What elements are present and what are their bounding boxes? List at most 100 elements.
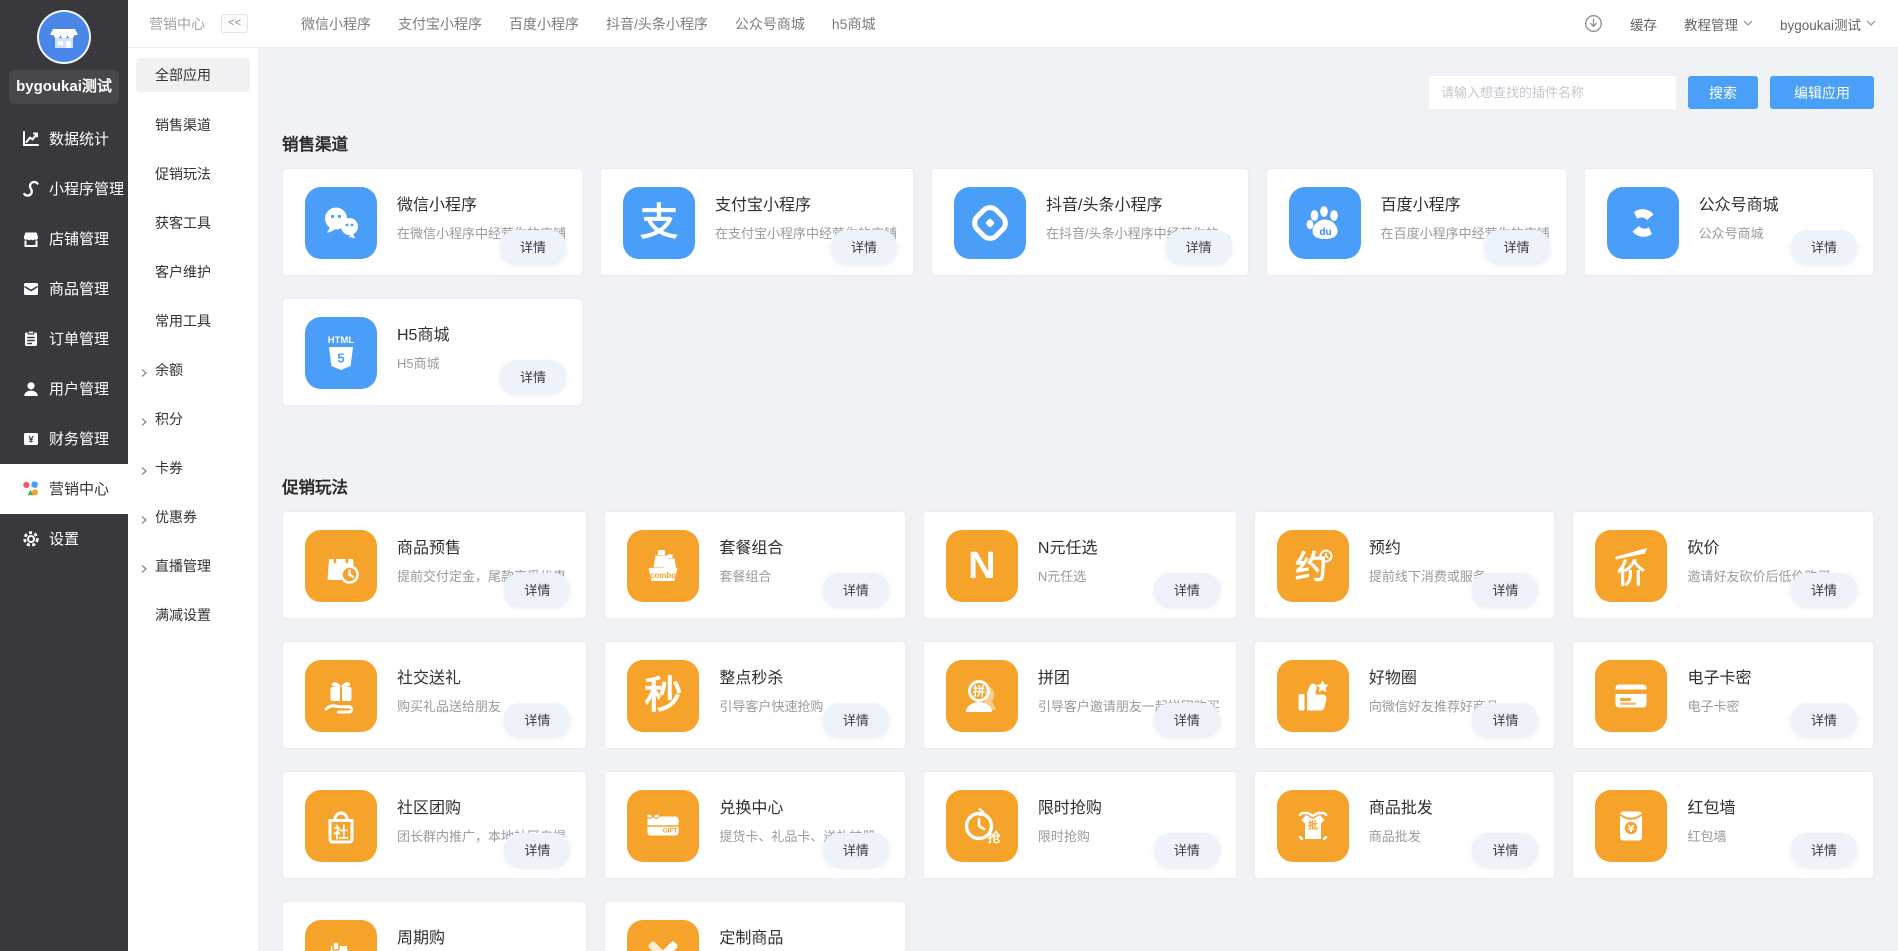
app-card[interactable]: combo 套餐组合 套餐组合 详情	[604, 511, 906, 619]
app-card[interactable]: 社 社区团购 团长群内推广，本地社区自提 详情	[282, 771, 587, 879]
sidebar-item-chart[interactable]: 数据统计	[0, 114, 128, 164]
edit-apps-button[interactable]: 编辑应用	[1770, 76, 1874, 109]
app-card[interactable]: 约 预约 提前线下消费或服务 详情	[1254, 511, 1556, 619]
detail-button[interactable]: 详情	[504, 833, 570, 866]
detail-button[interactable]: 详情	[1484, 230, 1550, 263]
html5-icon: HTML5	[305, 317, 377, 389]
sidebar-item-finance[interactable]: ¥ 财务管理	[0, 414, 128, 464]
detail-button[interactable]: 详情	[1472, 573, 1538, 606]
submenu-item[interactable]: 常用工具	[128, 296, 258, 345]
app-card[interactable]: 周期购 周期购是一款可以切入“买家… 详情	[282, 901, 587, 951]
app-card[interactable]: 商品预售 提前交付定金，尾款享受优惠 详情	[282, 511, 587, 619]
chevron-right-icon	[139, 512, 149, 522]
detail-button[interactable]: 详情	[1154, 703, 1220, 736]
submenu-item[interactable]: 卡券	[128, 443, 258, 492]
presale-icon	[305, 530, 377, 602]
channel-tab[interactable]: 支付宝小程序	[398, 14, 482, 34]
combo-icon: combo	[627, 530, 699, 602]
sidebar-item-goods[interactable]: 商品管理	[0, 264, 128, 314]
detail-button[interactable]: 详情	[1472, 833, 1538, 866]
collapse-sidebar-button[interactable]: <<	[221, 14, 248, 33]
channel-tab[interactable]: 公众号商城	[735, 14, 805, 34]
detail-button[interactable]: 详情	[823, 573, 889, 606]
app-card[interactable]: 支 支付宝小程序 在支付宝小程序中经营你的店铺 详情	[600, 168, 914, 276]
detail-button[interactable]: 详情	[504, 573, 570, 606]
sidebar-item-order[interactable]: 订单管理	[0, 314, 128, 364]
app-card[interactable]: 抖音/头条小程序 在抖音/头条小程序中经营你的… 详情	[931, 168, 1249, 276]
detail-button[interactable]: 详情	[504, 703, 570, 736]
sidebar-item-shop[interactable]: 店铺管理	[0, 214, 128, 264]
sidebar-item-user[interactable]: 用户管理	[0, 364, 128, 414]
tutorial-menu[interactable]: 教程管理	[1684, 14, 1753, 34]
submenu-item[interactable]: 客户维护	[128, 247, 258, 296]
submenu-item[interactable]: 满减设置	[128, 590, 258, 639]
n-select-icon-glyph: N	[968, 547, 995, 585]
cache-button[interactable]: 缓存	[1630, 14, 1657, 34]
section-title: 销售渠道	[282, 131, 1874, 155]
ecard-icon	[1595, 660, 1667, 732]
svg-text:拼: 拼	[973, 684, 985, 699]
app-card[interactable]: HTML5 H5商城 H5商城 详情	[282, 298, 583, 406]
channel-tab[interactable]: h5商城	[832, 14, 876, 34]
submenu-item[interactable]: 优惠券	[128, 492, 258, 541]
submenu-item[interactable]: 销售渠道	[128, 100, 258, 149]
detail-button[interactable]: 详情	[1791, 573, 1857, 606]
submenu-item[interactable]: 余额	[128, 345, 258, 394]
detail-button[interactable]: 详情	[1791, 833, 1857, 866]
app-card[interactable]: 定制商品 定制商品 详情	[604, 901, 906, 951]
app-card[interactable]: N N元任选 N元任选 详情	[923, 511, 1237, 619]
app-card[interactable]: 价 砍价 邀请好友砍价后低价购买 详情	[1572, 511, 1874, 619]
shop-name: bygoukai测试	[9, 70, 119, 104]
sidebar-item-marketing[interactable]: 营销中心	[0, 464, 128, 514]
card-title: 砍价	[1687, 534, 1830, 558]
submenu-item[interactable]: 积分	[128, 394, 258, 443]
sidebar-item-settings[interactable]: 设置	[0, 514, 128, 564]
submenu-item-label: 优惠券	[155, 507, 197, 527]
app-card[interactable]: 微信小程序 在微信小程序中经营你的店铺 详情	[282, 168, 583, 276]
app-card[interactable]: GIFT 兑换中心 提货卡、礼品卡、送礼神器 详情	[604, 771, 906, 879]
detail-button[interactable]: 详情	[500, 360, 566, 393]
detail-button[interactable]: 详情	[823, 833, 889, 866]
app-card[interactable]: 公众号商城 公众号商城 详情	[1584, 168, 1874, 276]
search-input[interactable]	[1429, 76, 1676, 109]
seckill-icon: 秒	[627, 660, 699, 732]
channel-tab[interactable]: 百度小程序	[509, 14, 579, 34]
submenu-item[interactable]: 获客工具	[128, 198, 258, 247]
download-button[interactable]	[1584, 14, 1603, 33]
app-card[interactable]: du 百度小程序 在百度小程序中经营你的店铺 详情	[1266, 168, 1567, 276]
section-title: 促销玩法	[282, 474, 1874, 498]
app-card[interactable]: 好物圈 向微信好友推荐好商品 详情	[1254, 641, 1556, 749]
app-card[interactable]: 秒 整点秒杀 引导客户快速抢购 详情	[604, 641, 906, 749]
submenu-item[interactable]: 促销玩法	[128, 149, 258, 198]
detail-button[interactable]: 详情	[1154, 833, 1220, 866]
card-title: 兑换中心	[719, 794, 875, 818]
card-desc: H5商城	[397, 353, 449, 372]
card-title: 预约	[1369, 534, 1486, 558]
submenu-item[interactable]: 全部应用	[136, 58, 250, 92]
detail-button[interactable]: 详情	[1791, 703, 1857, 736]
app-card[interactable]: 抢 限时抢购 限时抢购 详情	[923, 771, 1237, 879]
channel-tab[interactable]: 微信小程序	[301, 14, 371, 34]
app-card[interactable]: 电子卡密 电子卡密 详情	[1572, 641, 1874, 749]
detail-button[interactable]: 详情	[1154, 573, 1220, 606]
sidebar-item-miniapp[interactable]: 小程序管理	[0, 164, 128, 214]
app-section: 促销玩法 商品预售 提前交付定金，尾款享受优惠 详情 combo 套餐组合 套餐…	[282, 474, 1874, 951]
channel-tab[interactable]: 抖音/头条小程序	[606, 14, 708, 34]
app-card[interactable]: 拼 拼团 引导客户邀请朋友一起拼团购买 详情	[923, 641, 1237, 749]
detail-button[interactable]: 详情	[500, 230, 566, 263]
detail-button[interactable]: 详情	[1166, 230, 1232, 263]
search-button[interactable]: 搜索	[1688, 76, 1758, 109]
card-title: 支付宝小程序	[715, 191, 897, 215]
submenu-item[interactable]: 直播管理	[128, 541, 258, 590]
detail-button[interactable]: 详情	[823, 703, 889, 736]
detail-button[interactable]: 详情	[831, 230, 897, 263]
card-desc: 购买礼品送给朋友	[397, 696, 501, 715]
card-title: 社区团购	[397, 794, 566, 818]
detail-button[interactable]: 详情	[1791, 230, 1857, 263]
app-card[interactable]: 批 商品批发 商品批发 详情	[1254, 771, 1556, 879]
app-card[interactable]: ¥ 红包墙 红包墙 详情	[1572, 771, 1874, 879]
detail-button[interactable]: 详情	[1472, 703, 1538, 736]
svg-text:¥: ¥	[28, 434, 34, 445]
user-menu[interactable]: bygoukai测试	[1780, 14, 1876, 34]
app-card[interactable]: 社交送礼 购买礼品送给朋友 详情	[282, 641, 587, 749]
